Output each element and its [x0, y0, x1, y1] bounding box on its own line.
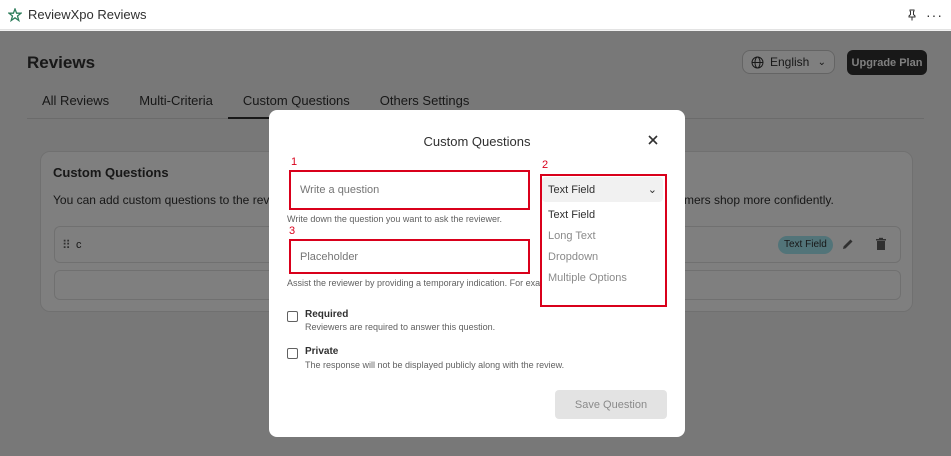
private-description: The response will not be displayed publi… [305, 360, 565, 370]
app-bar: ReviewXpo Reviews ··· [0, 0, 951, 30]
required-description: Reviewers are required to answer this qu… [305, 322, 496, 332]
close-icon[interactable] [647, 134, 659, 146]
modal-title: Custom Questions [423, 134, 531, 149]
annotation-box-type [540, 174, 667, 307]
custom-questions-modal: Custom Questions Write down the question… [269, 110, 685, 437]
question-help-text: Write down the question you want to ask … [287, 214, 502, 224]
annotation-number-2: 2 [542, 159, 549, 171]
save-question-button[interactable]: Save Question [555, 390, 667, 419]
required-checkbox[interactable] [287, 311, 298, 322]
more-icon[interactable]: ··· [926, 8, 943, 22]
required-label: Required [305, 309, 349, 320]
private-label: Private [305, 346, 339, 357]
app-logo-icon [8, 7, 22, 22]
app-title: ReviewXpo Reviews [28, 7, 147, 22]
placeholder-help-text: Assist the reviewer by providing a tempo… [287, 278, 541, 288]
annotation-number-3: 3 [289, 225, 296, 237]
private-checkbox[interactable] [287, 348, 298, 359]
annotation-number-1: 1 [291, 156, 298, 168]
annotation-box-question [289, 170, 530, 210]
annotation-box-placeholder [289, 239, 530, 274]
pin-icon[interactable] [906, 9, 918, 21]
